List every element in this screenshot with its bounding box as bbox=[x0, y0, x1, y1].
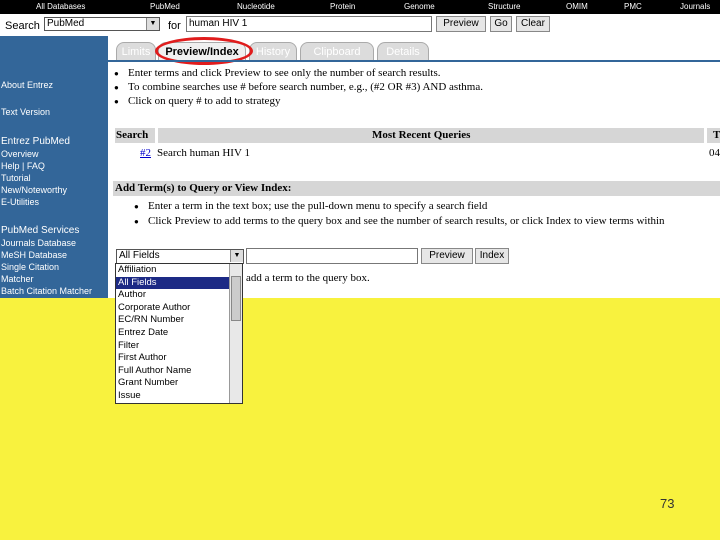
field-dropdown-list[interactable]: Affiliation All Fields Author Corporate … bbox=[115, 263, 243, 404]
instruction-1: Enter terms and click Preview to see onl… bbox=[114, 67, 440, 79]
sidebar-item-tutorial[interactable]: Tutorial bbox=[1, 173, 31, 183]
instruction-2: To combine searches use # before search … bbox=[114, 81, 483, 93]
add-terms-bullet-1: Enter a term in the text box; use the pu… bbox=[134, 200, 487, 212]
add-terms-preview-button[interactable]: Preview bbox=[421, 248, 473, 264]
sidebar-item-single-citation[interactable]: Single Citation bbox=[1, 262, 59, 272]
queries-col-title: Most Recent Queries bbox=[372, 129, 471, 141]
sidebar-header-entrez-pubmed: Entrez PubMed bbox=[1, 136, 70, 147]
instruction-3: Click on query # to add to strategy bbox=[114, 95, 280, 107]
sidebar-item-batch-citation-matcher[interactable]: Batch Citation Matcher bbox=[1, 286, 92, 296]
sidebar-item-journals-database[interactable]: Journals Database bbox=[1, 238, 76, 248]
nav-pmc[interactable]: PMC bbox=[624, 2, 642, 11]
field-select-value: All Fields bbox=[119, 250, 160, 261]
scrollbar-thumb[interactable] bbox=[231, 276, 241, 321]
nav-pubmed[interactable]: PubMed bbox=[150, 2, 180, 11]
chevron-down-icon: ▼ bbox=[230, 250, 243, 262]
sidebar-about-entrez[interactable]: About Entrez bbox=[1, 80, 53, 90]
add-terms-hint: add a term to the query box. bbox=[246, 272, 370, 284]
tab-limits[interactable]: Limits bbox=[116, 42, 156, 60]
nav-structure[interactable]: Structure bbox=[488, 2, 520, 11]
sidebar-header-pubmed-services: PubMed Services bbox=[1, 225, 80, 236]
field-option[interactable]: Issue bbox=[116, 390, 230, 403]
sidebar-item-e-utilities[interactable]: E-Utilities bbox=[1, 197, 39, 207]
sidebar-item-matcher[interactable]: Matcher bbox=[1, 274, 34, 284]
field-option[interactable]: Corporate Author bbox=[116, 302, 230, 315]
field-option[interactable]: First Author bbox=[116, 352, 230, 365]
nav-omim[interactable]: OMIM bbox=[566, 2, 588, 11]
queries-col-search: Search bbox=[116, 129, 149, 141]
sidebar-item-mesh-database[interactable]: MeSH Database bbox=[1, 250, 67, 260]
field-option[interactable]: Affiliation bbox=[116, 264, 230, 277]
term-input[interactable] bbox=[246, 248, 418, 264]
search-bar: Search PubMed ▼ for human HIV 1 Preview … bbox=[0, 14, 720, 36]
field-option-selected[interactable]: All Fields bbox=[116, 276, 230, 290]
nav-genome[interactable]: Genome bbox=[404, 2, 435, 11]
go-button[interactable]: Go bbox=[490, 16, 512, 32]
sidebar-text-version[interactable]: Text Version bbox=[1, 107, 50, 117]
tab-clipboard[interactable]: Clipboard bbox=[300, 42, 374, 60]
nav-journals[interactable]: Journals bbox=[680, 2, 710, 11]
nav-protein[interactable]: Protein bbox=[330, 2, 355, 11]
field-select[interactable]: All Fields ▼ bbox=[116, 249, 244, 264]
for-label: for bbox=[168, 20, 181, 32]
add-terms-bullet-2: Click Preview to add terms to the query … bbox=[134, 215, 665, 227]
nav-all-databases[interactable]: All Databases bbox=[36, 2, 85, 11]
sidebar-item-overview[interactable]: Overview bbox=[1, 149, 39, 159]
page-number: 73 bbox=[660, 496, 675, 511]
top-database-nav: All Databases PubMed Nucleotide Protein … bbox=[0, 0, 720, 14]
tab-divider bbox=[108, 60, 720, 62]
index-button[interactable]: Index bbox=[475, 248, 509, 264]
query-input[interactable]: human HIV 1 bbox=[186, 16, 432, 32]
tab-history[interactable]: History bbox=[249, 42, 297, 60]
sidebar: About Entrez Text Version Entrez PubMed … bbox=[0, 36, 108, 298]
field-option[interactable]: Full Author Name bbox=[116, 365, 230, 378]
clear-button[interactable]: Clear bbox=[516, 16, 550, 32]
query-number-link[interactable]: #2 bbox=[140, 147, 151, 159]
field-option[interactable]: Entrez Date bbox=[116, 327, 230, 340]
database-select[interactable]: PubMed ▼ bbox=[44, 17, 160, 31]
field-option[interactable]: Filter bbox=[116, 340, 230, 353]
query-time: 04 bbox=[709, 147, 720, 159]
slide-background bbox=[0, 298, 720, 540]
sidebar-item-new-noteworthy[interactable]: New/Noteworthy bbox=[1, 185, 67, 195]
nav-nucleotide[interactable]: Nucleotide bbox=[237, 2, 275, 11]
tab-details[interactable]: Details bbox=[377, 42, 429, 60]
query-text: Search human HIV 1 bbox=[157, 147, 250, 159]
search-label: Search bbox=[5, 20, 40, 32]
queries-col-time: T bbox=[713, 129, 720, 141]
chevron-down-icon: ▼ bbox=[146, 18, 159, 30]
database-select-value: PubMed bbox=[47, 18, 85, 29]
sidebar-item-help-faq[interactable]: Help | FAQ bbox=[1, 161, 45, 171]
field-option[interactable]: Author bbox=[116, 289, 230, 302]
preview-button[interactable]: Preview bbox=[436, 16, 486, 32]
field-option[interactable]: Grant Number bbox=[116, 377, 230, 390]
dropdown-scrollbar[interactable] bbox=[229, 264, 242, 403]
field-option[interactable]: EC/RN Number bbox=[116, 314, 230, 327]
add-terms-header: Add Term(s) to Query or View Index: bbox=[115, 182, 292, 194]
